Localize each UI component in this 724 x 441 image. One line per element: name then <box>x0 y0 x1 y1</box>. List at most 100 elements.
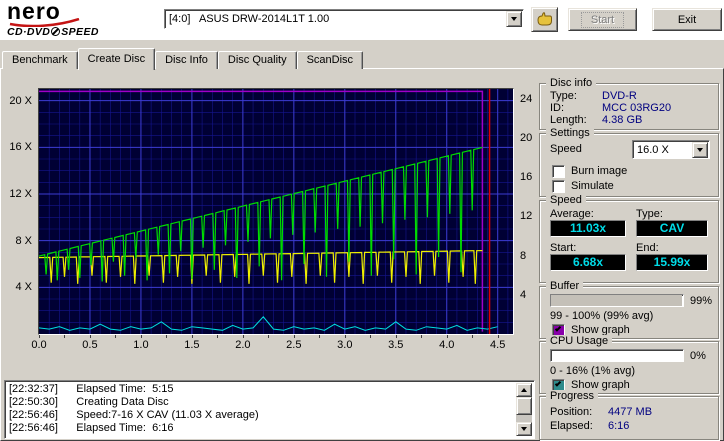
y-axis-left-tick-label: 16 X <box>9 141 32 154</box>
average-speed-value: 11.03x <box>550 220 626 237</box>
x-axis-tick-label: 2.0 <box>235 339 251 351</box>
start-button-label: Start <box>580 11 625 28</box>
average-label: Average: <box>550 208 594 220</box>
x-axis-tick <box>395 335 397 338</box>
x-axis-tick <box>446 335 448 338</box>
y-axis-left-tick-label: 12 X <box>9 188 32 200</box>
start-speed-value: 6.68x <box>550 254 626 271</box>
y-axis-right-tick-label: 20 <box>520 132 533 144</box>
buffer-bar <box>550 294 684 307</box>
nero-logo: nero CD·DVD SPEED <box>7 0 157 38</box>
x-axis-tick <box>191 335 193 338</box>
x-axis-tick-label: 0.5 <box>82 339 98 351</box>
tab-create-disc[interactable]: Create Disc <box>77 48 156 70</box>
scroll-down-icon <box>521 427 527 431</box>
disc-type-label: Type: <box>550 90 577 102</box>
burn-image-checkbox[interactable] <box>552 165 565 178</box>
x-axis-tick <box>64 335 66 338</box>
disc-id-value: MCC 03RG20 <box>602 102 672 114</box>
y-axis-right-tick-label: 24 <box>520 92 533 105</box>
log-entry: [22:56:46] Elapsed Time: 6:16 <box>9 422 174 434</box>
disc-id-label: ID: <box>550 102 565 114</box>
drive-select-dropdown-button[interactable] <box>506 11 522 27</box>
log-panel: [22:32:37] Elapsed Time: 5:15 [22:50:30]… <box>4 380 535 439</box>
x-axis-tick-label: 0.0 <box>31 339 47 351</box>
tab-disc-quality[interactable]: Disc Quality <box>217 51 297 69</box>
log-scrollbar[interactable] <box>516 383 532 436</box>
nero-logo-text: nero <box>7 0 61 24</box>
y-axis-right-labels: 4 8 12 16 20 24 <box>518 89 537 334</box>
disc-info-title: Disc info <box>546 77 597 89</box>
x-axis-tick <box>166 335 168 338</box>
cpu-usage-title: CPU Usage <box>546 335 613 347</box>
y-axis-left-tick-label: 4 X <box>15 281 32 294</box>
position-label: Position: <box>550 406 593 418</box>
nero-cd-dvd-speed-window: nero CD·DVD SPEED [4:0] ASUS DRW-2014L1T … <box>0 0 724 441</box>
y-axis-left-tick-label: 20 X <box>9 94 32 107</box>
scroll-up-button[interactable] <box>516 383 532 397</box>
speed-group: Speed Average: Type: 11.03x CAV Start: E… <box>539 194 719 283</box>
buffer-group: Buffer 99% 99 - 100% (99% avg) Show grap… <box>539 280 719 339</box>
x-axis-tick <box>89 335 91 338</box>
dropdown-arrow-icon <box>511 17 517 21</box>
scroll-down-button[interactable] <box>516 422 532 436</box>
tab-benchmark[interactable]: Benchmark <box>2 51 78 69</box>
end-speed-value: 15.99x <box>636 254 708 271</box>
main-panel: 4 X 8 X 12 X 16 X 20 X 4 8 12 16 20 24 0.0 0.5 1.0 1… <box>0 68 724 441</box>
x-axis-tick <box>497 335 499 338</box>
burn-image-label: Burn image <box>571 165 628 177</box>
disc-slash-icon <box>51 27 61 36</box>
write-speed-chart: 4 X 8 X 12 X 16 X 20 X 4 8 12 16 20 24 0.0 0.5 1.0 1… <box>1 69 538 369</box>
check-icon <box>554 325 562 332</box>
tab-scandisc[interactable]: ScanDisc <box>296 51 364 69</box>
start-speed-label: Start: <box>550 242 577 254</box>
x-axis-tick <box>140 335 142 338</box>
x-axis-tick <box>39 335 40 338</box>
elapsed-value: 6:16 <box>608 420 630 432</box>
speed-select[interactable]: 16.0 X <box>632 140 710 159</box>
exit-button-label: Exit <box>677 13 697 26</box>
disc-length-label: Length: <box>550 114 587 126</box>
hand-icon <box>536 12 552 26</box>
x-axis-tick <box>115 335 117 338</box>
x-axis-tick-label: 4.5 <box>490 339 506 351</box>
cpu-percent: 0% <box>690 350 706 362</box>
start-button[interactable]: Start <box>568 8 637 31</box>
speed-select-dropdown-button[interactable] <box>692 141 708 158</box>
chart-plot-area <box>38 88 514 335</box>
buffer-bar-fill <box>551 295 682 306</box>
x-axis-tick-label: 2.5 <box>286 339 302 351</box>
x-axis-tick-label: 3.0 <box>337 339 353 351</box>
log-entry: [22:50:30] Creating Data Disc <box>9 396 169 408</box>
simulate-checkbox[interactable] <box>552 180 565 193</box>
y-axis-right-tick-label: 16 <box>520 171 533 184</box>
cpu-bar <box>550 349 684 362</box>
drive-select-value: [4:0] ASUS DRW-2014L1T 1.00 <box>169 13 330 25</box>
drive-select[interactable]: [4:0] ASUS DRW-2014L1T 1.00 <box>164 9 524 29</box>
dropdown-arrow-icon <box>697 147 703 152</box>
x-axis-tick-label: 3.5 <box>388 339 404 351</box>
exit-button[interactable]: Exit <box>652 8 722 31</box>
disc-info-group: Disc info Type: DVD-R ID: MCC 03RG20 Len… <box>539 77 719 130</box>
x-axis-tick <box>293 335 295 338</box>
cpu-range: 0 - 16% (1% avg) <box>550 365 635 377</box>
x-axis-labels: 0.0 0.5 1.0 1.5 2.0 2.5 3.0 3.5 4.0 4.5 <box>1 335 538 351</box>
x-axis-tick <box>370 335 372 338</box>
eject-button[interactable] <box>531 7 558 32</box>
scrollbar-thumb[interactable] <box>516 397 532 415</box>
type-label: Type: <box>636 208 663 220</box>
cpu-usage-group: CPU Usage 0% 0 - 16% (1% avg) Show graph <box>539 335 719 394</box>
y-axis-left-tick-label: 8 X <box>15 234 32 247</box>
y-axis-left-labels: 4 X 8 X 12 X 16 X 20 X <box>1 89 35 334</box>
progress-group: Progress Position: 4477 MB Elapsed: 6:16 <box>539 390 719 440</box>
settings-group: Settings Speed 16.0 X Burn image Simulat… <box>539 127 719 197</box>
buffer-title: Buffer <box>546 280 584 292</box>
simulate-label: Simulate <box>571 180 614 192</box>
x-axis-tick <box>319 335 321 338</box>
x-axis-tick <box>268 335 270 338</box>
check-icon <box>554 380 562 387</box>
scroll-up-icon <box>521 388 527 392</box>
tab-disc-info[interactable]: Disc Info <box>155 51 218 69</box>
x-axis-tick <box>344 335 346 338</box>
x-axis-tick <box>421 335 423 338</box>
